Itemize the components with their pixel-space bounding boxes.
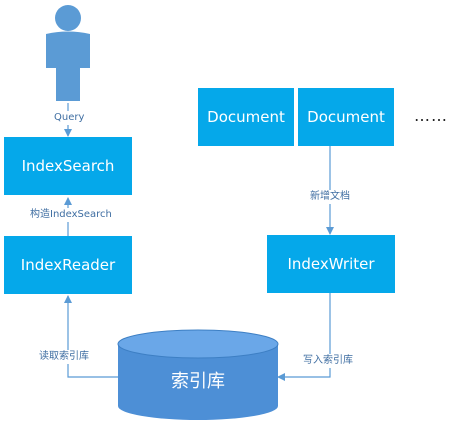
index-reader-label: IndexReader <box>20 256 116 274</box>
read-store-edge-label: 读取索引库 <box>37 350 91 364</box>
index-store-label: 索引库 <box>171 371 225 392</box>
query-edge-label: Query <box>52 111 87 125</box>
index-search-box[interactable]: IndexSearch <box>4 137 132 195</box>
index-writer-box[interactable]: IndexWriter <box>267 235 395 293</box>
index-writer-label: IndexWriter <box>287 255 375 273</box>
read-store-arrow <box>64 295 120 378</box>
index-search-label: IndexSearch <box>21 157 115 175</box>
document-label-1: Document <box>207 108 285 126</box>
document-box-2[interactable]: Document <box>298 88 394 146</box>
write-store-edge-label: 写入索引库 <box>301 354 355 368</box>
add-document-edge-label: 新增文档 <box>308 190 352 204</box>
document-label-2: Document <box>307 108 385 126</box>
document-box-1[interactable]: Document <box>198 88 294 146</box>
user-icon <box>46 5 90 101</box>
construct-search-edge-label: 构造IndexSearch <box>28 208 114 222</box>
index-reader-box[interactable]: IndexReader <box>4 236 132 294</box>
